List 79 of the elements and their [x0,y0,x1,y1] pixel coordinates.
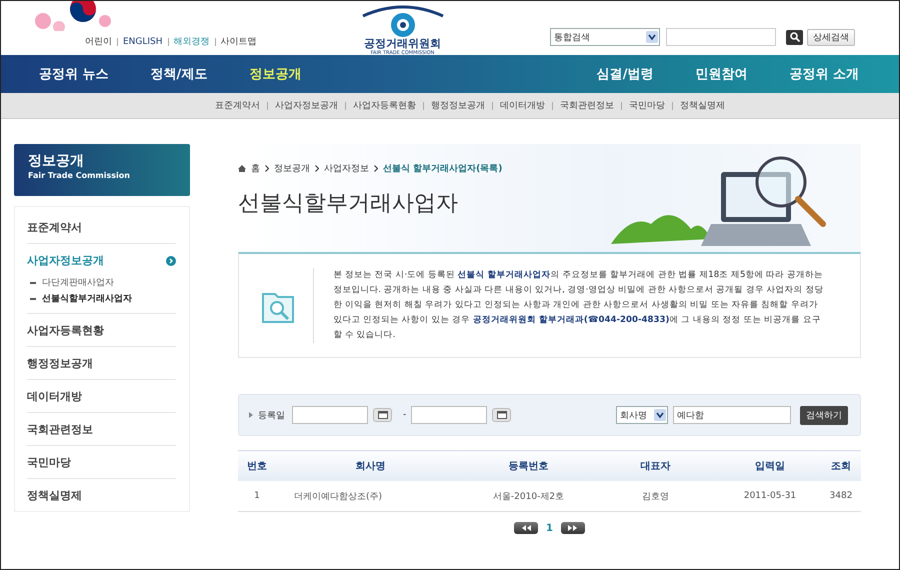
chevron-icon [315,165,319,172]
search-icon [790,32,800,42]
sidebar-subtitle: Fair Trade Commission [28,171,131,180]
table-cell: 김호영 [592,481,719,512]
nav-tab[interactable]: 심결/법령 [596,65,654,83]
date-field[interactable] [411,406,488,424]
table-cell: 더케이예다함상조(주) [276,481,465,512]
calendar-button[interactable] [373,408,392,422]
sub-nav-link[interactable]: 사업자정보공개 [275,99,338,112]
double-chevron-right-icon [568,525,578,531]
sidebar-item[interactable]: 데이터개방 [27,389,176,404]
search-submit-button[interactable]: 검색하기 [800,406,848,424]
search-field[interactable] [666,28,776,46]
sidebar-item[interactable]: 국민마당 [27,455,176,470]
notice-text: 본 정보는 전국 시·도에 등록된 선불식 할부거래사업자의 주요정보를 할부거래에 관한 법률 제18조 제5항에 따라 공개하는 정보입니다. 공개하는 내용 중 사실과 다른 내용이 있거나, 경영·영업상 비밀에 관한 사항으로서 공개될 경우 사업자의 정당한 이익을 현저히 해칠 우려가 있다고 인정되는 사항과 개인에 관한 사항으로서 사생활의 비밀 또는 자유를 침해할 우려가 있다고 인정되는 사항이 있는 경우 공정거래위원회 할부거래과(☎044-200-4833)에 그 내용의 정정 또는 비공개를 요구할 수 있습니다. [333,269,824,342]
sub-nav-link[interactable]: 정책실명제 [680,99,725,112]
table-cell: 2011-05-31 [719,481,821,512]
date-label: 등록일 [258,410,285,422]
table-cell: 3482 [821,481,861,512]
nav-tab[interactable]: 공정위 소개 [789,65,859,83]
breadcrumb-link[interactable]: 홈 [251,162,260,175]
double-chevron-left-icon [522,525,531,531]
sidebar-item[interactable]: 표준계약서 [27,220,176,235]
home-icon [238,165,246,172]
breadcrumb-link[interactable]: 사업자정보 [324,162,369,175]
sidebar-item[interactable]: 행정정보공개 [27,356,176,371]
nav-tab[interactable]: 공정위 뉴스 [39,65,109,83]
util-link[interactable]: 사이트맵 [220,35,257,48]
util-link[interactable]: 어린이 [85,35,112,48]
dash-icon [30,282,36,284]
table-cell: 서울-2010-제2호 [465,481,592,512]
search-button[interactable] [786,30,803,44]
previous-page-button[interactable] [514,522,538,534]
page-number-link[interactable]: 1 [546,522,553,534]
keyword-field[interactable]: 예다함 [673,406,791,424]
nav-tab[interactable]: 민원참여 [695,65,748,83]
sub-nav-link[interactable]: 표준계약서 [215,99,260,112]
search-scope-dropdown[interactable]: 통합검색 [550,28,660,46]
column-header: 조회 [821,450,861,481]
sidebar-title: 정보공개 [28,153,85,169]
sub-nav-link[interactable]: 데이터개방 [500,99,545,112]
breadcrumb-link[interactable]: 정보공개 [274,162,310,175]
logo-icon [360,4,444,38]
sidebar-item[interactable]: 국회관련정보 [27,422,176,437]
calendar-button[interactable] [492,408,512,422]
sidebar-item[interactable]: 사업자등록현황 [27,323,176,338]
nav-tab[interactable]: 정책/제도 [150,65,208,83]
arrow-circle-icon [166,256,176,266]
table-cell: 1 [238,481,276,512]
chevron-icon [374,165,378,172]
page-title: 선불식할부거래사업자 [238,190,459,218]
nav-tab[interactable]: 정보공개 [249,65,302,83]
logo-title: 공정거래위원회 [364,38,441,50]
column-header: 회사명 [276,450,465,481]
sub-nav-link[interactable]: 행정정보공개 [431,99,485,112]
column-header: 입력일 [719,450,821,481]
sidebar-subitem[interactable]: 다단계판매사업자 [42,276,114,289]
sidebar-subitem[interactable]: 선불식할부거래사업자 [42,292,132,305]
search-field-dropdown[interactable]: 회사명 [616,406,668,424]
date-field[interactable] [292,406,368,424]
sidebar-item[interactable]: 정책실명제 [27,488,176,503]
dash-icon [30,298,36,300]
detail-search-button[interactable]: 상세검색 [807,28,855,46]
util-link[interactable]: 해외경쟁 [174,35,210,48]
date-separator: - [403,410,406,420]
column-header: 등록번호 [465,450,592,481]
breadcrumb-link[interactable]: 선불식 할부거래사업자(목록) [383,162,502,175]
column-header: 번호 [238,450,276,481]
calendar-icon [378,411,388,419]
sub-nav-link[interactable]: 국회관련정보 [560,99,614,112]
chevron-icon [265,165,269,172]
calendar-icon [496,411,507,419]
bullet-icon [249,412,253,418]
sub-nav-link[interactable]: 국민마당 [629,99,665,112]
util-link[interactable]: ENGLISH [123,36,163,46]
next-page-button[interactable] [560,522,585,534]
column-header: 대표자 [592,450,719,481]
sub-nav-link[interactable]: 사업자등록현황 [353,99,416,112]
sidebar-item[interactable]: 사업자정보공개 [27,253,176,268]
